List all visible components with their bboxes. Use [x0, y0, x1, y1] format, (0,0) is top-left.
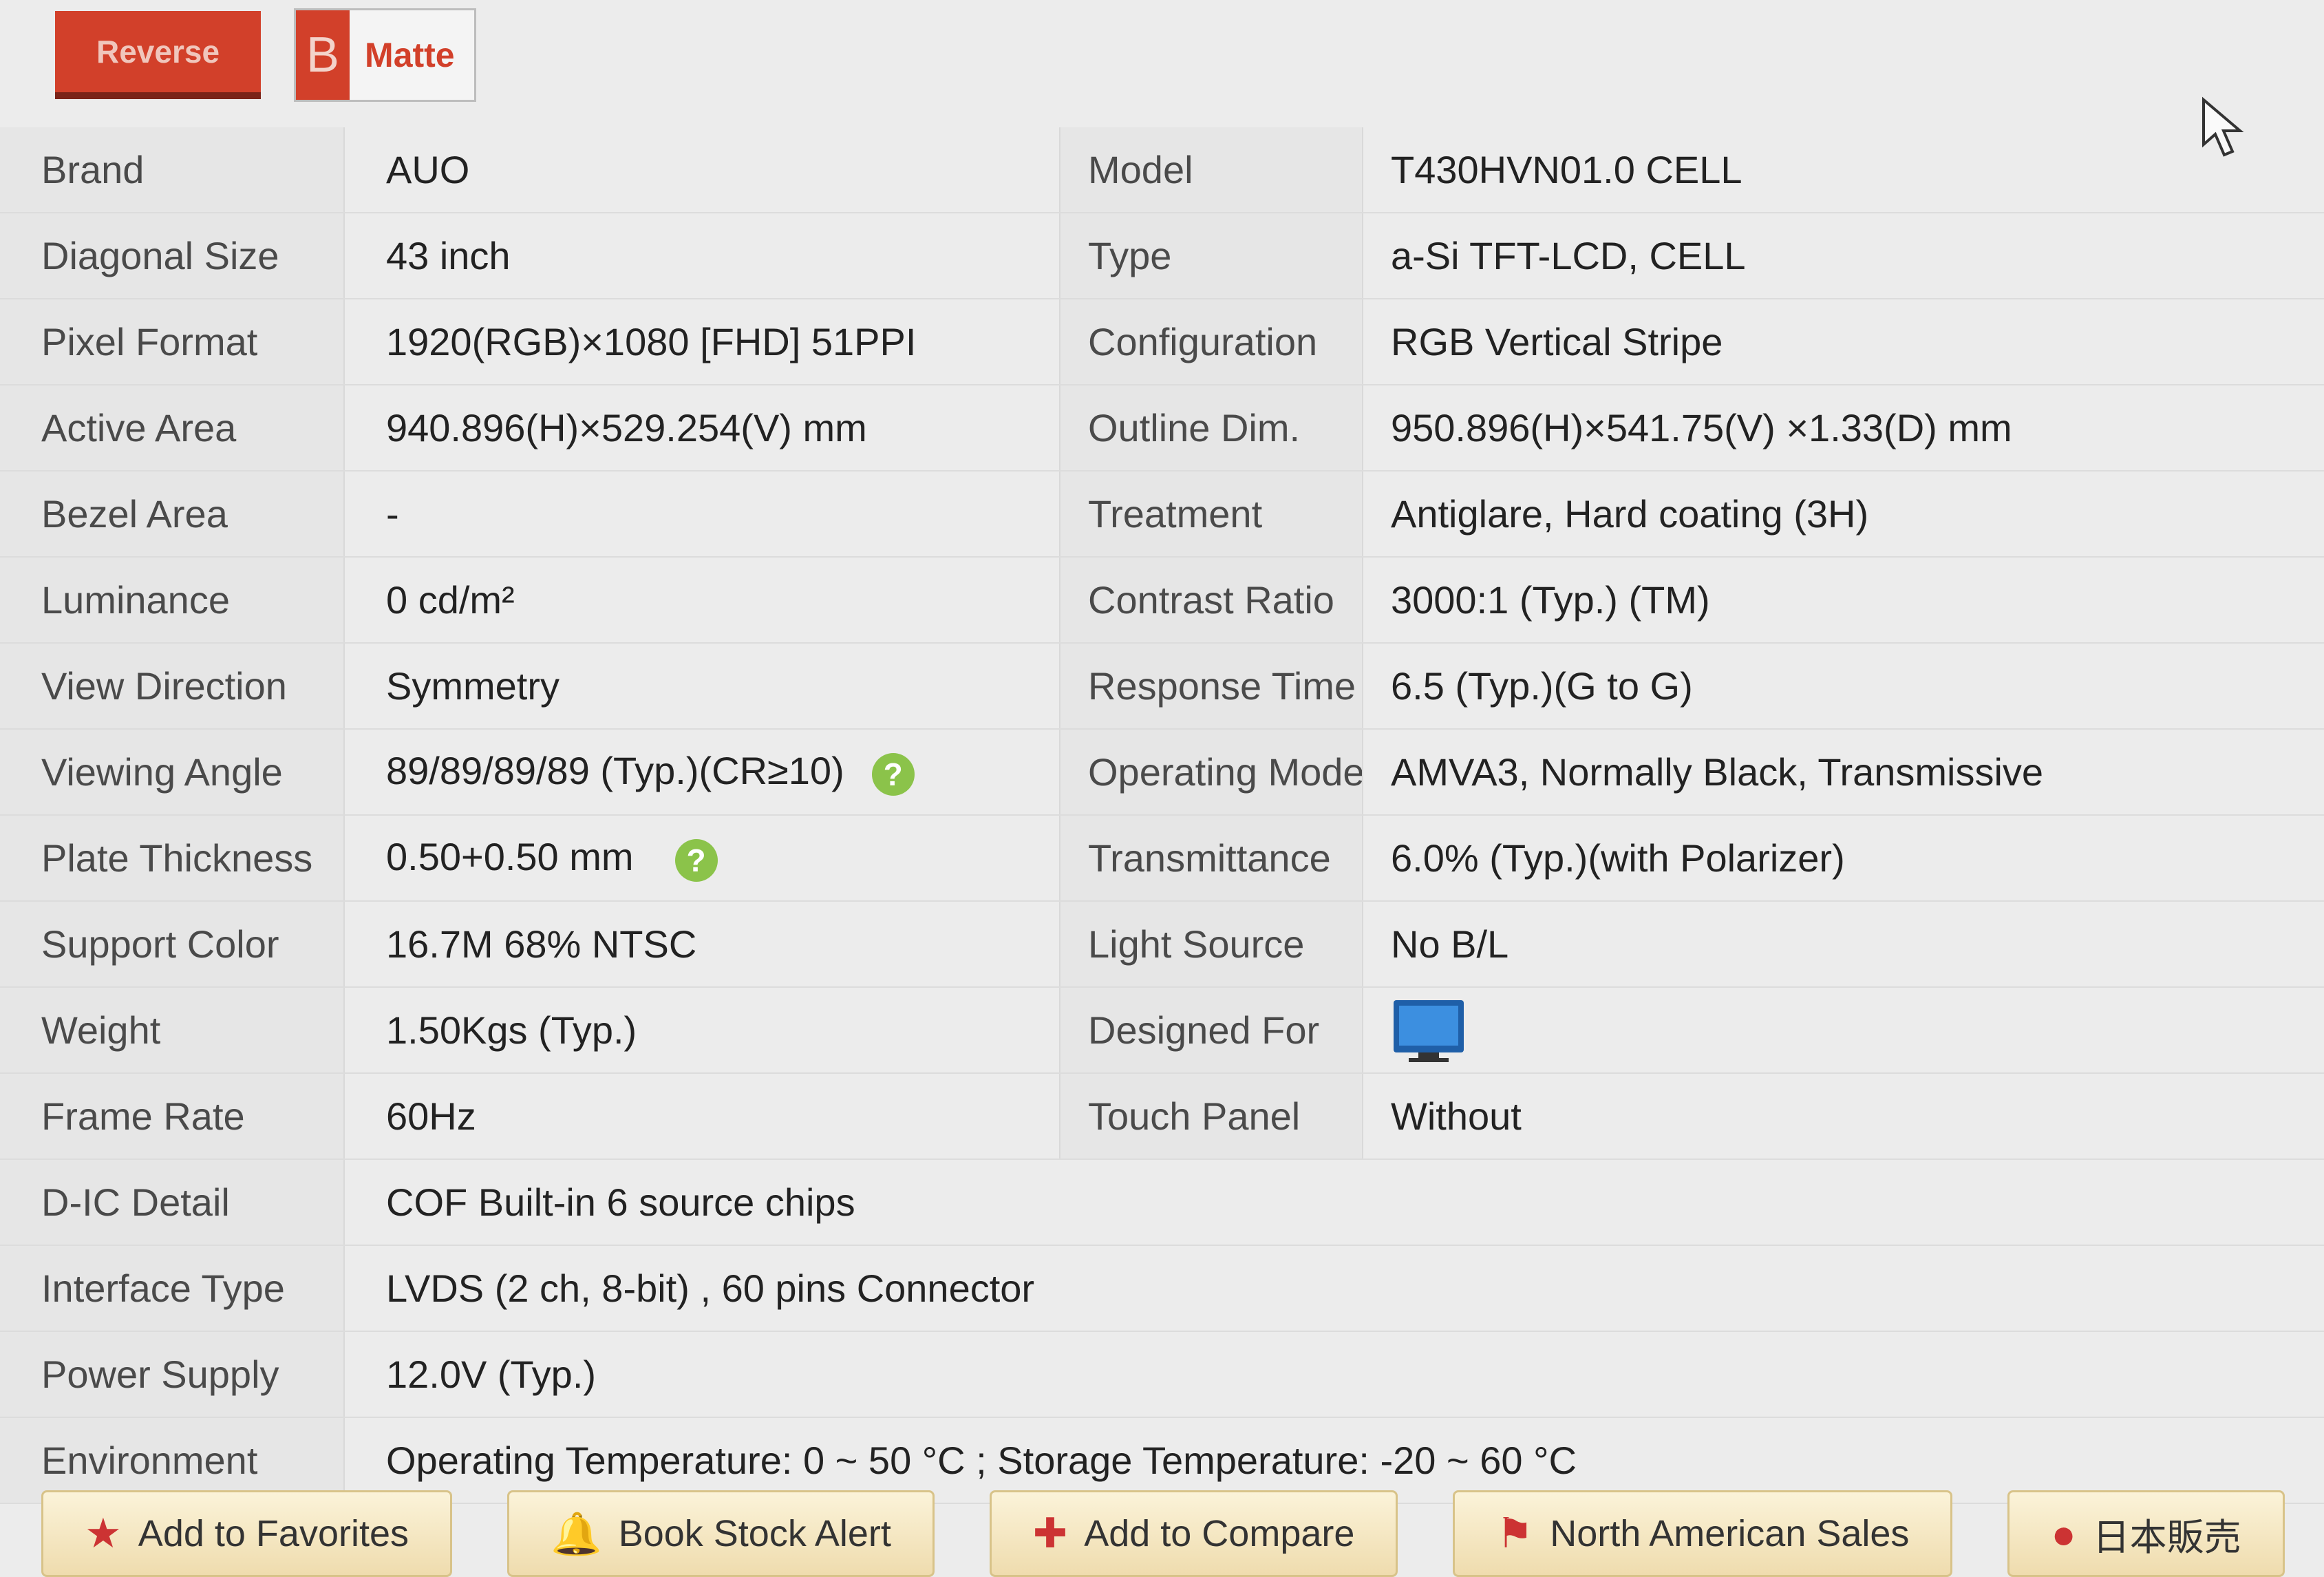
spec-label: Frame Rate: [0, 1073, 345, 1160]
japan-sales-button[interactable]: ● 日本販売: [2007, 1490, 2285, 1577]
spec-value: COF Built-in 6 source chips: [344, 1159, 2324, 1246]
spec-value: 60Hz: [344, 1073, 1060, 1160]
spec-value: 6.5 (Typ.)(G to G): [1363, 643, 2324, 730]
spec-label: Pixel Format: [0, 299, 345, 385]
spec-value: 940.896(H)×529.254(V) mm: [344, 385, 1060, 472]
spec-value: LVDS (2 ch, 8-bit) , 60 pins Connector: [344, 1245, 2324, 1332]
table-row: Luminance 0 cd/m² Contrast Ratio 3000:1 …: [0, 557, 2324, 644]
spec-value: T430HVN01.0 CELL: [1363, 127, 2324, 213]
matte-label: Matte: [365, 36, 455, 74]
spec-label: Plate Thickness: [0, 815, 345, 902]
spec-label: Response Time: [1060, 643, 1363, 730]
spec-label: Luminance: [0, 557, 345, 644]
spec-value: 16.7M 68% NTSC: [344, 901, 1060, 988]
spec-label: Type: [1060, 213, 1363, 299]
spec-value-cell: 89/89/89/89 (Typ.)(CR≥10)?: [344, 729, 1060, 816]
spec-value: 3000:1 (Typ.) (TM): [1363, 557, 2324, 644]
table-row: Plate Thickness 0.50+0.50 mm? Transmitta…: [0, 815, 2324, 902]
table-row: Frame Rate 60Hz Touch Panel Without: [0, 1073, 2324, 1160]
table-row: Bezel Area - Treatment Antiglare, Hard c…: [0, 471, 2324, 558]
button-label: Book Stock Alert: [618, 1513, 891, 1554]
reverse-tag: Reverse: [55, 11, 262, 99]
table-row: Brand AUO Model T430HVN01.0 CELL: [0, 127, 2324, 213]
table-row: Diagonal Size 43 inch Type a-Si TFT-LCD,…: [0, 213, 2324, 299]
spec-label: Light Source: [1060, 901, 1363, 988]
spec-label: Support Color: [0, 901, 345, 988]
spec-table: Brand AUO Model T430HVN01.0 CELL Diagona…: [0, 127, 2324, 1504]
matte-tag: B Matte: [294, 8, 476, 102]
spec-label: Weight: [0, 987, 345, 1074]
spec-label: Contrast Ratio: [1060, 557, 1363, 644]
plus-icon: ✚: [1032, 1510, 1068, 1556]
spec-value: a-Si TFT-LCD, CELL: [1363, 213, 2324, 299]
spec-value: 89/89/89/89 (Typ.)(CR≥10): [386, 749, 844, 793]
japan-flag-icon: ●: [2051, 1510, 2076, 1557]
spec-value: 6.0% (Typ.)(with Polarizer): [1363, 815, 2324, 902]
spec-value: 1920(RGB)×1080 [FHD] 51PPI: [344, 299, 1060, 385]
spec-label: Treatment: [1060, 471, 1363, 558]
action-bar: ★ Add to Favorites 🔔 Book Stock Alert ✚ …: [41, 1490, 2285, 1577]
spec-value: 1.50Kgs (Typ.): [344, 987, 1060, 1074]
bell-icon: 🔔: [550, 1510, 602, 1557]
spec-label: D-IC Detail: [0, 1159, 345, 1246]
spec-label: Configuration: [1060, 299, 1363, 385]
spec-label: Diagonal Size: [0, 213, 345, 299]
help-circle-icon[interactable]: ?: [871, 752, 915, 796]
button-label: North American Sales: [1550, 1513, 1910, 1554]
monitor-icon: [1394, 999, 1464, 1062]
spec-label: Model: [1060, 127, 1363, 213]
spec-value: AMVA3, Normally Black, Transmissive: [1363, 729, 2324, 816]
help-circle-icon[interactable]: ?: [674, 838, 718, 882]
table-row: Support Color 16.7M 68% NTSC Light Sourc…: [0, 901, 2324, 988]
spec-label: Active Area: [0, 385, 345, 472]
spec-label: Bezel Area: [0, 471, 345, 558]
spec-value: 0 cd/m²: [344, 557, 1060, 644]
table-row: Weight 1.50Kgs (Typ.) Designed For: [0, 987, 2324, 1074]
spec-label: Brand: [0, 127, 345, 213]
spec-value: AUO: [344, 127, 1060, 213]
panel-tags: Reverse B Matte: [55, 7, 476, 103]
spec-label: Touch Panel: [1060, 1073, 1363, 1160]
spec-value: No B/L: [1363, 901, 2324, 988]
table-row: Power Supply 12.0V (Typ.): [0, 1331, 2324, 1418]
spec-value: Without: [1363, 1073, 2324, 1160]
spec-label: Designed For: [1060, 987, 1363, 1074]
button-label: 日本販売: [2092, 1516, 2241, 1558]
spec-value: 12.0V (Typ.): [344, 1331, 2324, 1418]
button-label: Add to Compare: [1084, 1513, 1355, 1554]
add-to-compare-button[interactable]: ✚ Add to Compare: [989, 1490, 1398, 1577]
spec-label: Power Supply: [0, 1331, 345, 1418]
book-stock-alert-button[interactable]: 🔔 Book Stock Alert: [507, 1490, 935, 1577]
spec-label: Interface Type: [0, 1245, 345, 1332]
spec-label: View Direction: [0, 643, 345, 730]
spec-label: Operating Mode: [1060, 729, 1363, 816]
spec-value: Antiglare, Hard coating (3H): [1363, 471, 2324, 558]
spec-value-cell: [1363, 987, 2324, 1074]
spec-value: 43 inch: [344, 213, 1060, 299]
spec-value: 0.50+0.50 mm: [386, 835, 634, 879]
spec-label: Outline Dim.: [1060, 385, 1363, 472]
button-label: Add to Favorites: [138, 1513, 409, 1554]
us-flag-icon: ⚑: [1496, 1510, 1534, 1556]
add-to-favorites-button[interactable]: ★ Add to Favorites: [41, 1490, 452, 1577]
spec-value: -: [344, 471, 1060, 558]
table-row: D-IC Detail COF Built-in 6 source chips: [0, 1159, 2324, 1246]
spec-value-cell: 0.50+0.50 mm?: [344, 815, 1060, 902]
table-row: Pixel Format 1920(RGB)×1080 [FHD] 51PPI …: [0, 299, 2324, 385]
star-icon: ★: [85, 1510, 122, 1556]
table-row: View Direction Symmetry Response Time 6.…: [0, 643, 2324, 730]
table-row: Interface Type LVDS (2 ch, 8-bit) , 60 p…: [0, 1245, 2324, 1332]
spec-value: 950.896(H)×541.75(V) ×1.33(D) mm: [1363, 385, 2324, 472]
spec-value: RGB Vertical Stripe: [1363, 299, 2324, 385]
spec-label: Transmittance: [1060, 815, 1363, 902]
table-row: Viewing Angle 89/89/89/89 (Typ.)(CR≥10)?…: [0, 729, 2324, 816]
north-american-sales-button[interactable]: ⚑ North American Sales: [1453, 1490, 1953, 1577]
table-row: Active Area 940.896(H)×529.254(V) mm Out…: [0, 385, 2324, 472]
spec-value: Symmetry: [344, 643, 1060, 730]
spec-label: Viewing Angle: [0, 729, 345, 816]
b-badge: B: [296, 10, 350, 100]
